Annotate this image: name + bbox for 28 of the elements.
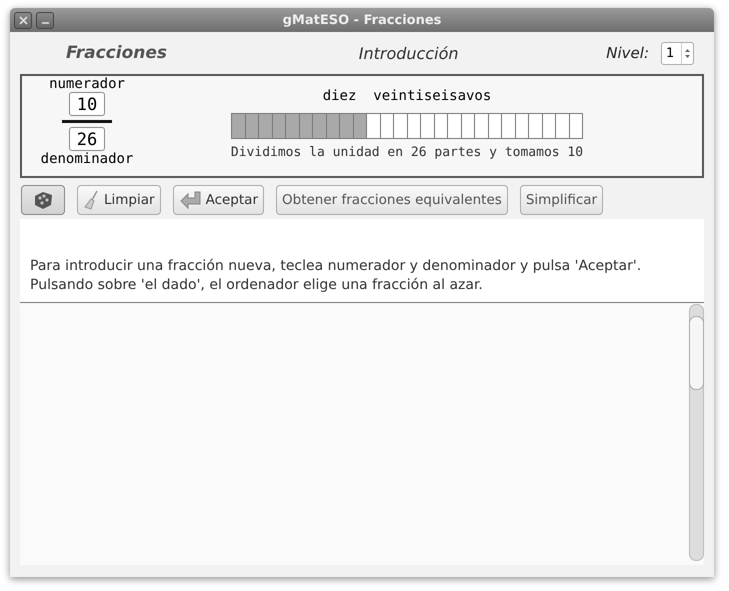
action-button[interactable]: Simplificar (520, 185, 604, 215)
close-icon (18, 16, 28, 24)
minimize-button[interactable] (36, 12, 54, 28)
minimize-icon (42, 22, 48, 24)
fraction-name: diez veintiseisavos (322, 88, 492, 104)
enter-arrow-icon (178, 190, 203, 210)
up-arrow-icon (685, 48, 690, 52)
fraction-caption: Dividimos la unidad en 26 partes y tomamos 10 (230, 145, 584, 160)
dice-icon (32, 190, 54, 210)
close-button[interactable] (14, 12, 32, 28)
scrollbar[interactable] (689, 304, 704, 561)
down-arrow-icon (685, 54, 690, 58)
numerator-field[interactable]: 10 (69, 92, 105, 116)
denominator-label: denominador (40, 151, 134, 167)
numerator-label: numerador (49, 76, 125, 92)
window-title: gMatESO - Fracciones (282, 12, 442, 28)
fraction-line (62, 120, 112, 123)
accept-button[interactable]: Aceptar (172, 185, 264, 215)
app-title: Fracciones (65, 43, 168, 63)
level-spinner[interactable]: 1 (661, 42, 694, 64)
instruction-text: Para introducir una fracción nueva, teclea numerador y denominador y pulsa 'Aceptar'. (30, 257, 642, 276)
action-button[interactable]: Obtener fracciones equivalentes (276, 185, 508, 215)
denominator-field[interactable]: 26 (69, 127, 105, 151)
level-label: Nivel: (606, 44, 649, 62)
clear-button[interactable]: Limpiar (77, 185, 161, 215)
section-title: Introducción (358, 44, 460, 62)
dice-button[interactable] (21, 185, 65, 215)
instruction-text: Pulsando sobre 'el dado', el ordenador elige una fracción al azar. (30, 276, 484, 295)
